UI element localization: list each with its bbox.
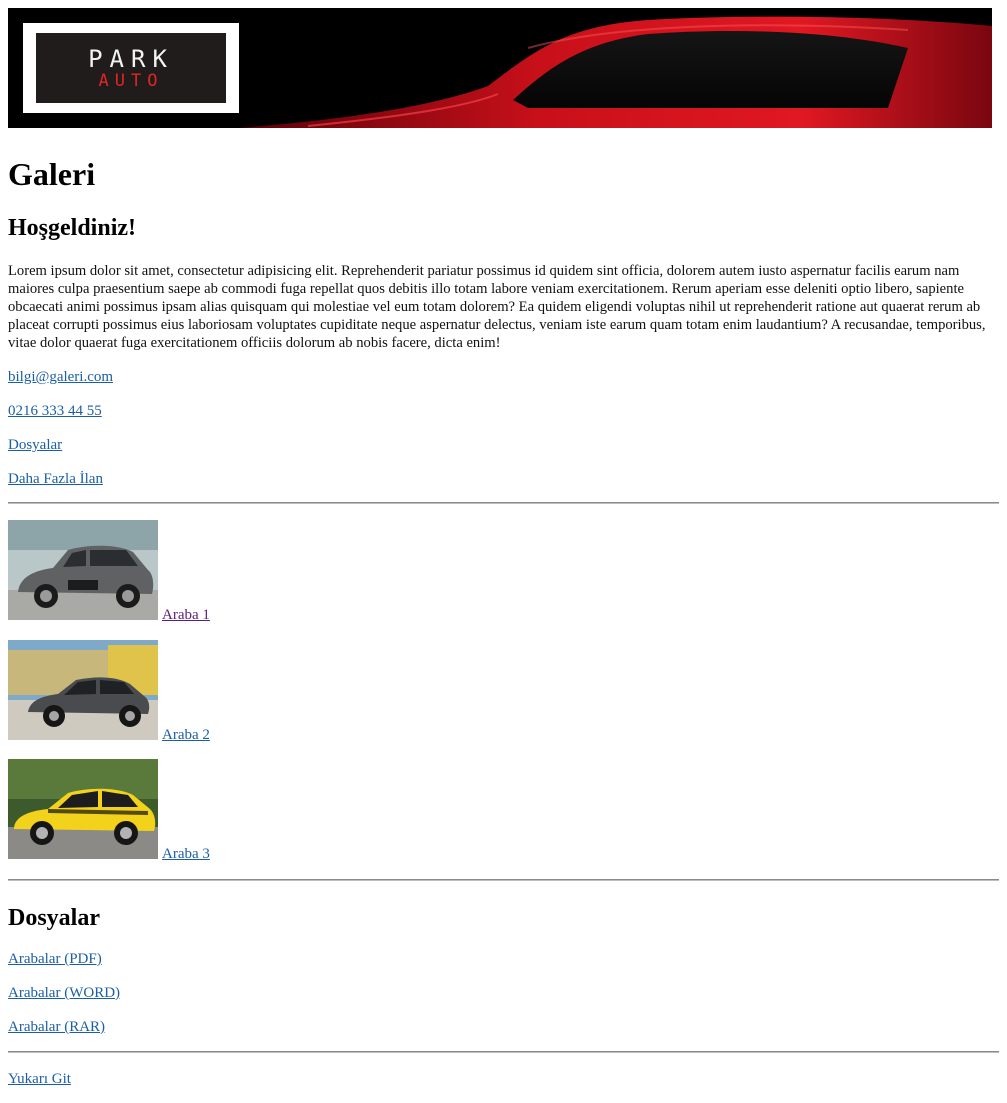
header-banner: PARK AUTO	[8, 8, 992, 128]
more-listings-link[interactable]: Daha Fazla İlan	[8, 470, 103, 488]
welcome-paragraph: Lorem ipsum dolor sit amet, consectetur …	[8, 263, 986, 351]
car-1-link[interactable]: Araba 1	[162, 606, 210, 624]
logo-text-auto: AUTO	[98, 71, 164, 91]
car-3-photo[interactable]	[8, 759, 158, 859]
divider	[8, 1051, 999, 1053]
rar-download-link[interactable]: Arabalar (RAR)	[8, 1018, 105, 1036]
car-2-link[interactable]: Araba 2	[162, 726, 210, 744]
back-to-top-link[interactable]: Yukarı Git	[8, 1070, 71, 1088]
divider	[8, 879, 999, 881]
email-link[interactable]: bilgi@galeri.com	[8, 368, 113, 386]
logo[interactable]: PARK AUTO	[23, 23, 239, 113]
car-2-photo[interactable]	[8, 640, 158, 740]
page: PARK AUTO Galeri Hoşgeldiniz! Lorem ipsu…	[8, 8, 999, 1087]
files-link[interactable]: Dosyalar	[8, 436, 62, 454]
phone-link[interactable]: 0216 333 44 55	[8, 402, 102, 420]
logo-text-park: PARK	[88, 45, 174, 73]
pdf-download-link[interactable]: Arabalar (PDF)	[8, 950, 102, 968]
welcome-heading: Hoşgeldiniz!	[8, 215, 137, 241]
logo-plate: PARK AUTO	[36, 33, 226, 103]
page-title: Galeri	[8, 156, 96, 192]
car-3-link[interactable]: Araba 3	[162, 845, 210, 863]
divider	[8, 502, 999, 504]
car-1-photo[interactable]	[8, 520, 158, 620]
files-heading: Dosyalar	[8, 905, 100, 931]
word-download-link[interactable]: Arabalar (WORD)	[8, 984, 120, 1002]
